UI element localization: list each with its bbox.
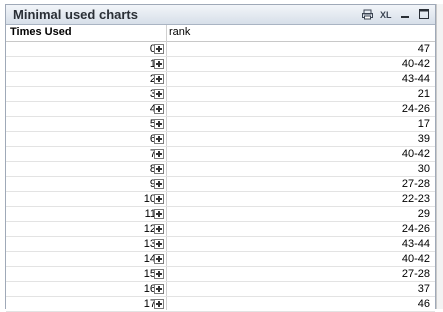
table-row: 3 21 <box>6 87 435 102</box>
table-row: 13 43-44 <box>6 237 435 252</box>
rank-value: 24-26 <box>401 223 430 235</box>
rank-value: 21 <box>417 88 430 100</box>
expand-plus-icon[interactable] <box>154 269 164 279</box>
expand-plus-icon[interactable] <box>154 104 164 114</box>
expand-plus-icon[interactable] <box>154 194 164 204</box>
rank-value: 40-42 <box>401 58 430 70</box>
expand-plus-icon[interactable] <box>154 74 164 84</box>
expand-plus-icon[interactable] <box>154 89 164 99</box>
maximize-icon[interactable] <box>418 8 430 20</box>
expand-plus-icon[interactable] <box>154 209 164 219</box>
table-header: Times Used rank <box>6 25 435 42</box>
table-row: 0 47 <box>6 42 435 57</box>
table-row: 2 43-44 <box>6 72 435 87</box>
expand-plus-icon[interactable] <box>154 284 164 294</box>
table-row: 11 29 <box>6 207 435 222</box>
scrollbar-edge[interactable] <box>436 4 443 309</box>
rank-value: 17 <box>417 118 430 130</box>
rank-value: 39 <box>417 133 430 145</box>
table-row: 9 27-28 <box>6 177 435 192</box>
rank-value: 40-42 <box>401 148 430 160</box>
table-row: 14 40-42 <box>6 252 435 267</box>
rank-value: 27-28 <box>401 268 430 280</box>
expand-plus-icon[interactable] <box>154 59 164 69</box>
rank-value: 47 <box>417 43 430 55</box>
expand-plus-icon[interactable] <box>154 134 164 144</box>
rank-value: 30 <box>417 163 430 175</box>
expand-plus-icon[interactable] <box>154 44 164 54</box>
rank-value: 24-26 <box>401 103 430 115</box>
rank-value: 29 <box>417 208 430 220</box>
expand-plus-icon[interactable] <box>154 239 164 249</box>
table-row: 7 40-42 <box>6 147 435 162</box>
expand-plus-icon[interactable] <box>154 224 164 234</box>
rank-value: 43-44 <box>401 238 430 250</box>
rank-value: 37 <box>417 283 430 295</box>
rank-value: 46 <box>417 298 430 310</box>
table-row: 15 27-28 <box>6 267 435 282</box>
xl-export-icon[interactable]: XL <box>380 8 392 20</box>
rank-value: 40-42 <box>401 253 430 265</box>
table-row: 17 46 <box>6 297 435 312</box>
rank-value: 43-44 <box>401 73 430 85</box>
column-header-rank[interactable]: rank <box>169 26 190 38</box>
table-row: 6 39 <box>6 132 435 147</box>
window-title: Minimal used charts <box>13 7 138 22</box>
table-row: 16 37 <box>6 282 435 297</box>
table-row: 8 30 <box>6 162 435 177</box>
expand-plus-icon[interactable] <box>154 164 164 174</box>
rank-value: 27-28 <box>401 178 430 190</box>
expand-plus-icon[interactable] <box>154 119 164 129</box>
table-row: 1 40-42 <box>6 57 435 72</box>
expand-plus-icon[interactable] <box>154 299 164 309</box>
print-icon[interactable] <box>361 8 373 20</box>
table-row: 4 24-26 <box>6 102 435 117</box>
table-row: 12 24-26 <box>6 222 435 237</box>
window-titlebar[interactable]: Minimal used charts XL <box>6 5 435 25</box>
table-row: 10 22-23 <box>6 192 435 207</box>
table-body: 0 47 1 40-42 2 43-44 3 21 4 24-26 5 17 6 39 7 40… <box>6 42 435 312</box>
expand-plus-icon[interactable] <box>154 179 164 189</box>
chart-window: Minimal used charts XL Times Used rank 0… <box>5 4 436 312</box>
svg-text:XL: XL <box>380 10 392 20</box>
table-row: 5 17 <box>6 117 435 132</box>
expand-plus-icon[interactable] <box>154 254 164 264</box>
titlebar-icons: XL <box>361 8 430 20</box>
column-header-times-used[interactable]: Times Used <box>10 26 72 38</box>
expand-plus-icon[interactable] <box>154 149 164 159</box>
rank-value: 22-23 <box>401 193 430 205</box>
minimize-icon[interactable] <box>399 8 411 20</box>
